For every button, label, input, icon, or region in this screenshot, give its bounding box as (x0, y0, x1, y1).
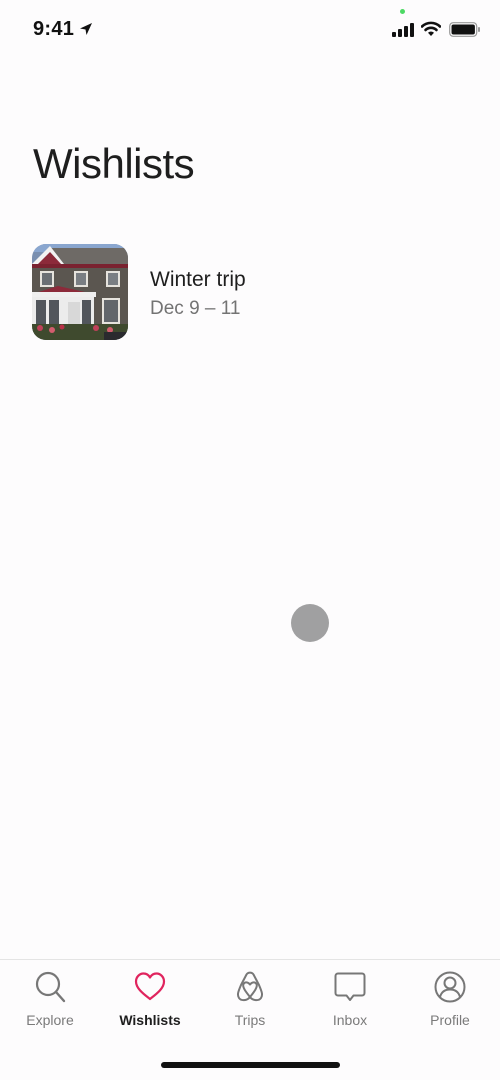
house-photo-image (32, 244, 128, 340)
tab-label: Inbox (332, 1012, 368, 1028)
location-arrow-icon (80, 23, 92, 35)
wifi-icon (421, 21, 441, 36)
tab-label: Profile (430, 1012, 470, 1028)
page-title: Wishlists (33, 140, 195, 187)
tab-label: Trips (234, 1012, 266, 1028)
tab-explore[interactable]: Explore (0, 970, 100, 1040)
privacy-indicator-dot (400, 9, 405, 14)
cellular-signal-icon (392, 23, 414, 37)
tab-label: Wishlists (119, 1012, 181, 1028)
tab-label: Explore (26, 1012, 74, 1028)
heart-icon (134, 972, 166, 1001)
profile-icon (434, 971, 466, 1003)
touch-indicator (291, 604, 329, 642)
wishlist-dates: Dec 9 – 11 (150, 298, 241, 319)
tab-profile[interactable]: Profile (400, 970, 500, 1040)
chat-bubble-icon (334, 972, 366, 1001)
home-indicator[interactable] (161, 1062, 340, 1068)
status-time: 9:41 (33, 18, 75, 40)
wishlist-thumbnail (32, 244, 128, 340)
tab-inbox[interactable]: Inbox (300, 970, 400, 1040)
airbnb-logo-icon (236, 971, 264, 1002)
wishlist-title: Winter trip (150, 268, 246, 291)
status-bar: 9:41 (0, 0, 500, 60)
search-icon (35, 971, 66, 1003)
tab-trips[interactable]: Trips (200, 970, 300, 1040)
battery-icon (449, 22, 480, 37)
wishlist-item[interactable]: Winter trip Dec 9 – 11 (32, 244, 472, 341)
tab-wishlists[interactable]: Wishlists (100, 970, 200, 1040)
